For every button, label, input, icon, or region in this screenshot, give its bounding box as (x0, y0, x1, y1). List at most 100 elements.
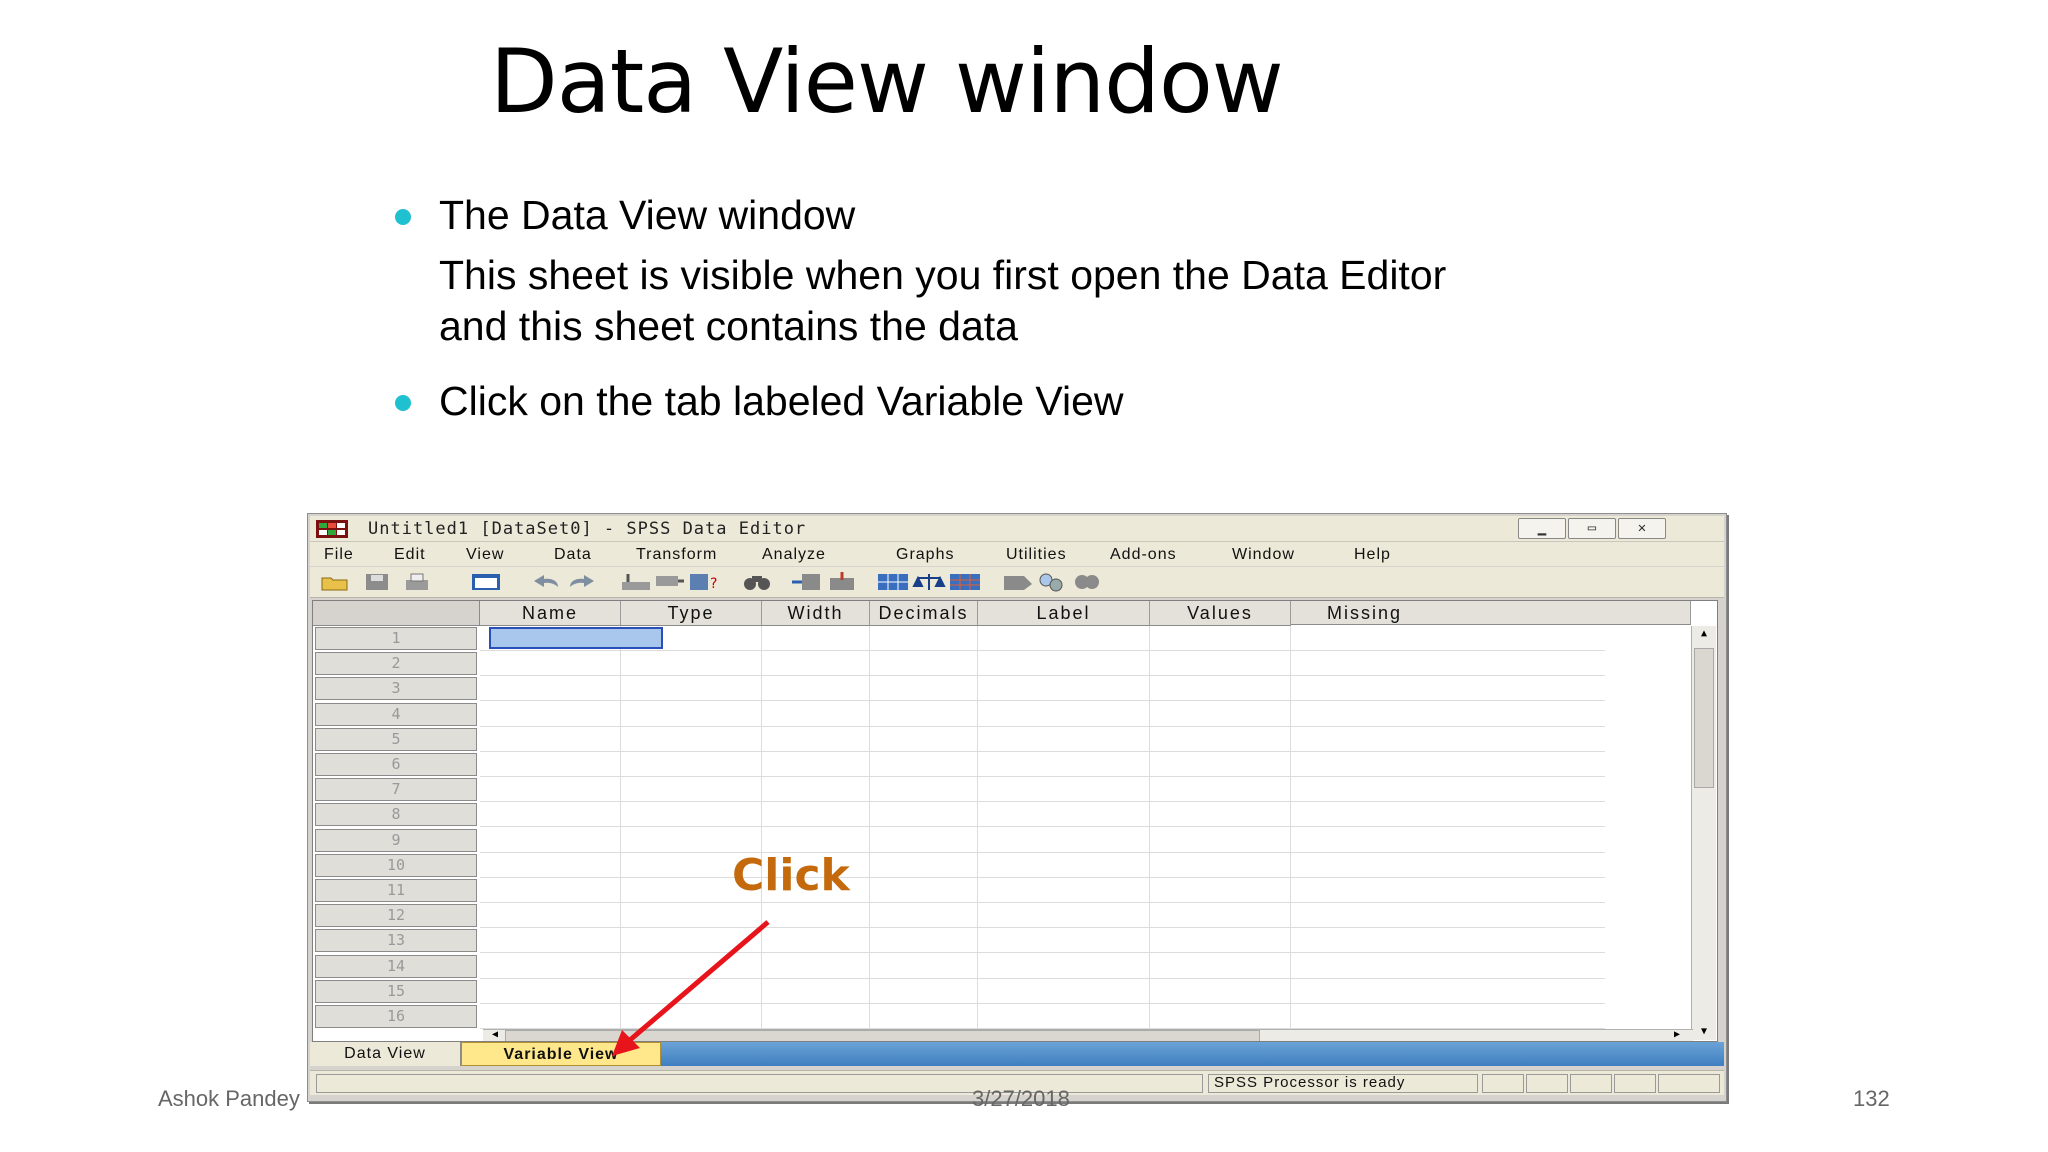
status-panel (1658, 1074, 1720, 1093)
redo-icon[interactable] (566, 572, 598, 592)
data-grid[interactable]: Name Type Width Decimals Label Values Mi… (312, 600, 1718, 1042)
row-header[interactable]: 14 (315, 954, 477, 978)
minimize-button[interactable]: ▁ (1518, 518, 1566, 539)
scroll-left-icon[interactable]: ◀ (485, 1027, 505, 1040)
print-icon[interactable] (402, 572, 432, 592)
bullet-list: The Data View window This sheet is visib… (395, 190, 1595, 426)
row-header[interactable]: 12 (315, 904, 477, 928)
row-header[interactable]: 10 (315, 853, 477, 877)
column-header-type[interactable]: Type (621, 601, 762, 626)
subtext-line-2: and this sheet contains the data (439, 303, 1018, 349)
goto-case-icon[interactable] (620, 572, 652, 592)
split-file-icon[interactable] (876, 572, 910, 592)
row-header[interactable]: 11 (315, 879, 477, 902)
menu-view[interactable]: View (466, 546, 504, 564)
column-header-missing[interactable]: Missing (1291, 601, 1691, 625)
dialog-recall-icon[interactable] (470, 572, 502, 592)
maximize-button[interactable]: ▭ (1568, 518, 1616, 539)
grid-row-line (480, 776, 1605, 777)
grid-row-line (480, 851, 1605, 853)
row-header[interactable]: 5 (315, 727, 477, 751)
close-button[interactable]: ✕ (1618, 518, 1666, 539)
footer-author: Ashok Pandey (158, 1086, 300, 1111)
column-header-label[interactable]: Label (978, 601, 1150, 626)
vertical-scrollbar[interactable]: ▲ ▼ (1691, 626, 1716, 1040)
insert-variable-icon[interactable] (826, 572, 858, 592)
menu-data[interactable]: Data (554, 546, 592, 564)
status-panel (316, 1074, 1203, 1093)
bullet-dot-icon (395, 209, 411, 225)
tab-variable-view[interactable]: Variable View (461, 1042, 661, 1066)
grid-row-line (480, 1002, 1605, 1004)
status-panel (1570, 1074, 1612, 1093)
menu-utilities[interactable]: Utilities (1006, 546, 1067, 564)
row-header[interactable]: 7 (315, 778, 477, 802)
undo-icon[interactable] (530, 572, 562, 592)
footer-page-number: 132 (1853, 1086, 1890, 1111)
scroll-down-icon[interactable]: ▼ (1694, 1024, 1714, 1040)
menu-analyze[interactable]: Analyze (762, 546, 826, 564)
selected-cell[interactable] (489, 627, 663, 649)
row-header[interactable]: 4 (315, 702, 477, 726)
column-header-name[interactable]: Name (480, 601, 621, 626)
scroll-up-icon[interactable]: ▲ (1694, 626, 1714, 642)
value-labels-icon[interactable] (1000, 572, 1034, 592)
horizontal-scrollbar[interactable]: ◀ ▶ (483, 1027, 1693, 1041)
row-header[interactable]: 2 (315, 652, 477, 676)
row-header[interactable]: 13 (315, 929, 477, 953)
tab-data-view[interactable]: Data View (310, 1042, 461, 1066)
row-header[interactable]: 3 (315, 677, 477, 701)
save-icon[interactable] (362, 572, 392, 592)
window-title: Untitled1 [DataSet0] - SPSS Data Editor (368, 519, 807, 539)
grid-row-line (480, 725, 1605, 727)
slide-title: Data View window (490, 30, 1284, 133)
footer-date: 3/27/2018 (972, 1086, 1070, 1111)
bullet-item-2: Click on the tab labeled Variable View (395, 376, 1595, 426)
column-header-width[interactable]: Width (762, 601, 870, 626)
row-header[interactable]: 16 (315, 1005, 477, 1028)
grid-row-line (480, 750, 1605, 752)
window-titlebar[interactable]: Untitled1 [DataSet0] - SPSS Data Editor … (310, 516, 1724, 542)
goto-variable-icon[interactable] (654, 572, 686, 592)
vertical-scroll-thumb[interactable] (1694, 648, 1714, 788)
menu-bar: File Edit View Data Transform Analyze Gr… (310, 542, 1724, 566)
status-panel (1526, 1074, 1568, 1093)
use-sets-icon[interactable] (1034, 572, 1068, 592)
bullet-text: The Data View window (439, 192, 856, 238)
row-header[interactable]: 8 (315, 803, 477, 827)
status-panel (1482, 1074, 1524, 1093)
variables-info-icon[interactable]: ? (688, 572, 720, 592)
grid-row-line (480, 977, 1605, 979)
menu-file[interactable]: File (324, 546, 354, 564)
row-header[interactable]: 1 (315, 627, 477, 650)
menu-addons[interactable]: Add-ons (1110, 546, 1177, 564)
row-header[interactable]: 15 (315, 979, 477, 1003)
menu-transform[interactable]: Transform (636, 546, 717, 564)
status-text: SPSS Processor is ready (1214, 1074, 1406, 1091)
open-folder-icon[interactable] (320, 572, 350, 592)
column-header-decimals[interactable]: Decimals (870, 601, 978, 626)
weight-cases-icon[interactable] (912, 572, 946, 592)
menu-help[interactable]: Help (1354, 546, 1391, 564)
menu-graphs[interactable]: Graphs (896, 546, 954, 564)
sheet-tab-bar: Data View Variable View (310, 1042, 1724, 1066)
column-header-values[interactable]: Values (1150, 601, 1291, 626)
row-header[interactable]: 9 (315, 828, 477, 852)
menu-edit[interactable]: Edit (394, 546, 426, 564)
find-binoculars-icon[interactable] (740, 572, 774, 592)
row-header[interactable]: 6 (315, 753, 477, 776)
scroll-right-icon[interactable]: ▶ (1667, 1027, 1687, 1040)
bullet-item-1: The Data View window (395, 190, 1595, 240)
grid-corner (313, 601, 480, 626)
svg-text:?: ? (710, 576, 717, 592)
toolbar: ? (310, 567, 1724, 598)
menu-window[interactable]: Window (1232, 546, 1295, 564)
grid-row-line (480, 902, 1605, 903)
horizontal-scroll-thumb[interactable] (505, 1030, 1260, 1041)
spss-app-icon (316, 520, 348, 538)
bullet-subtext: This sheet is visible when you first ope… (395, 250, 1595, 352)
grid-row-line (480, 675, 1605, 677)
select-cases-icon[interactable] (948, 572, 982, 592)
show-all-variables-icon[interactable] (1070, 572, 1104, 592)
insert-cases-icon[interactable] (790, 572, 822, 592)
